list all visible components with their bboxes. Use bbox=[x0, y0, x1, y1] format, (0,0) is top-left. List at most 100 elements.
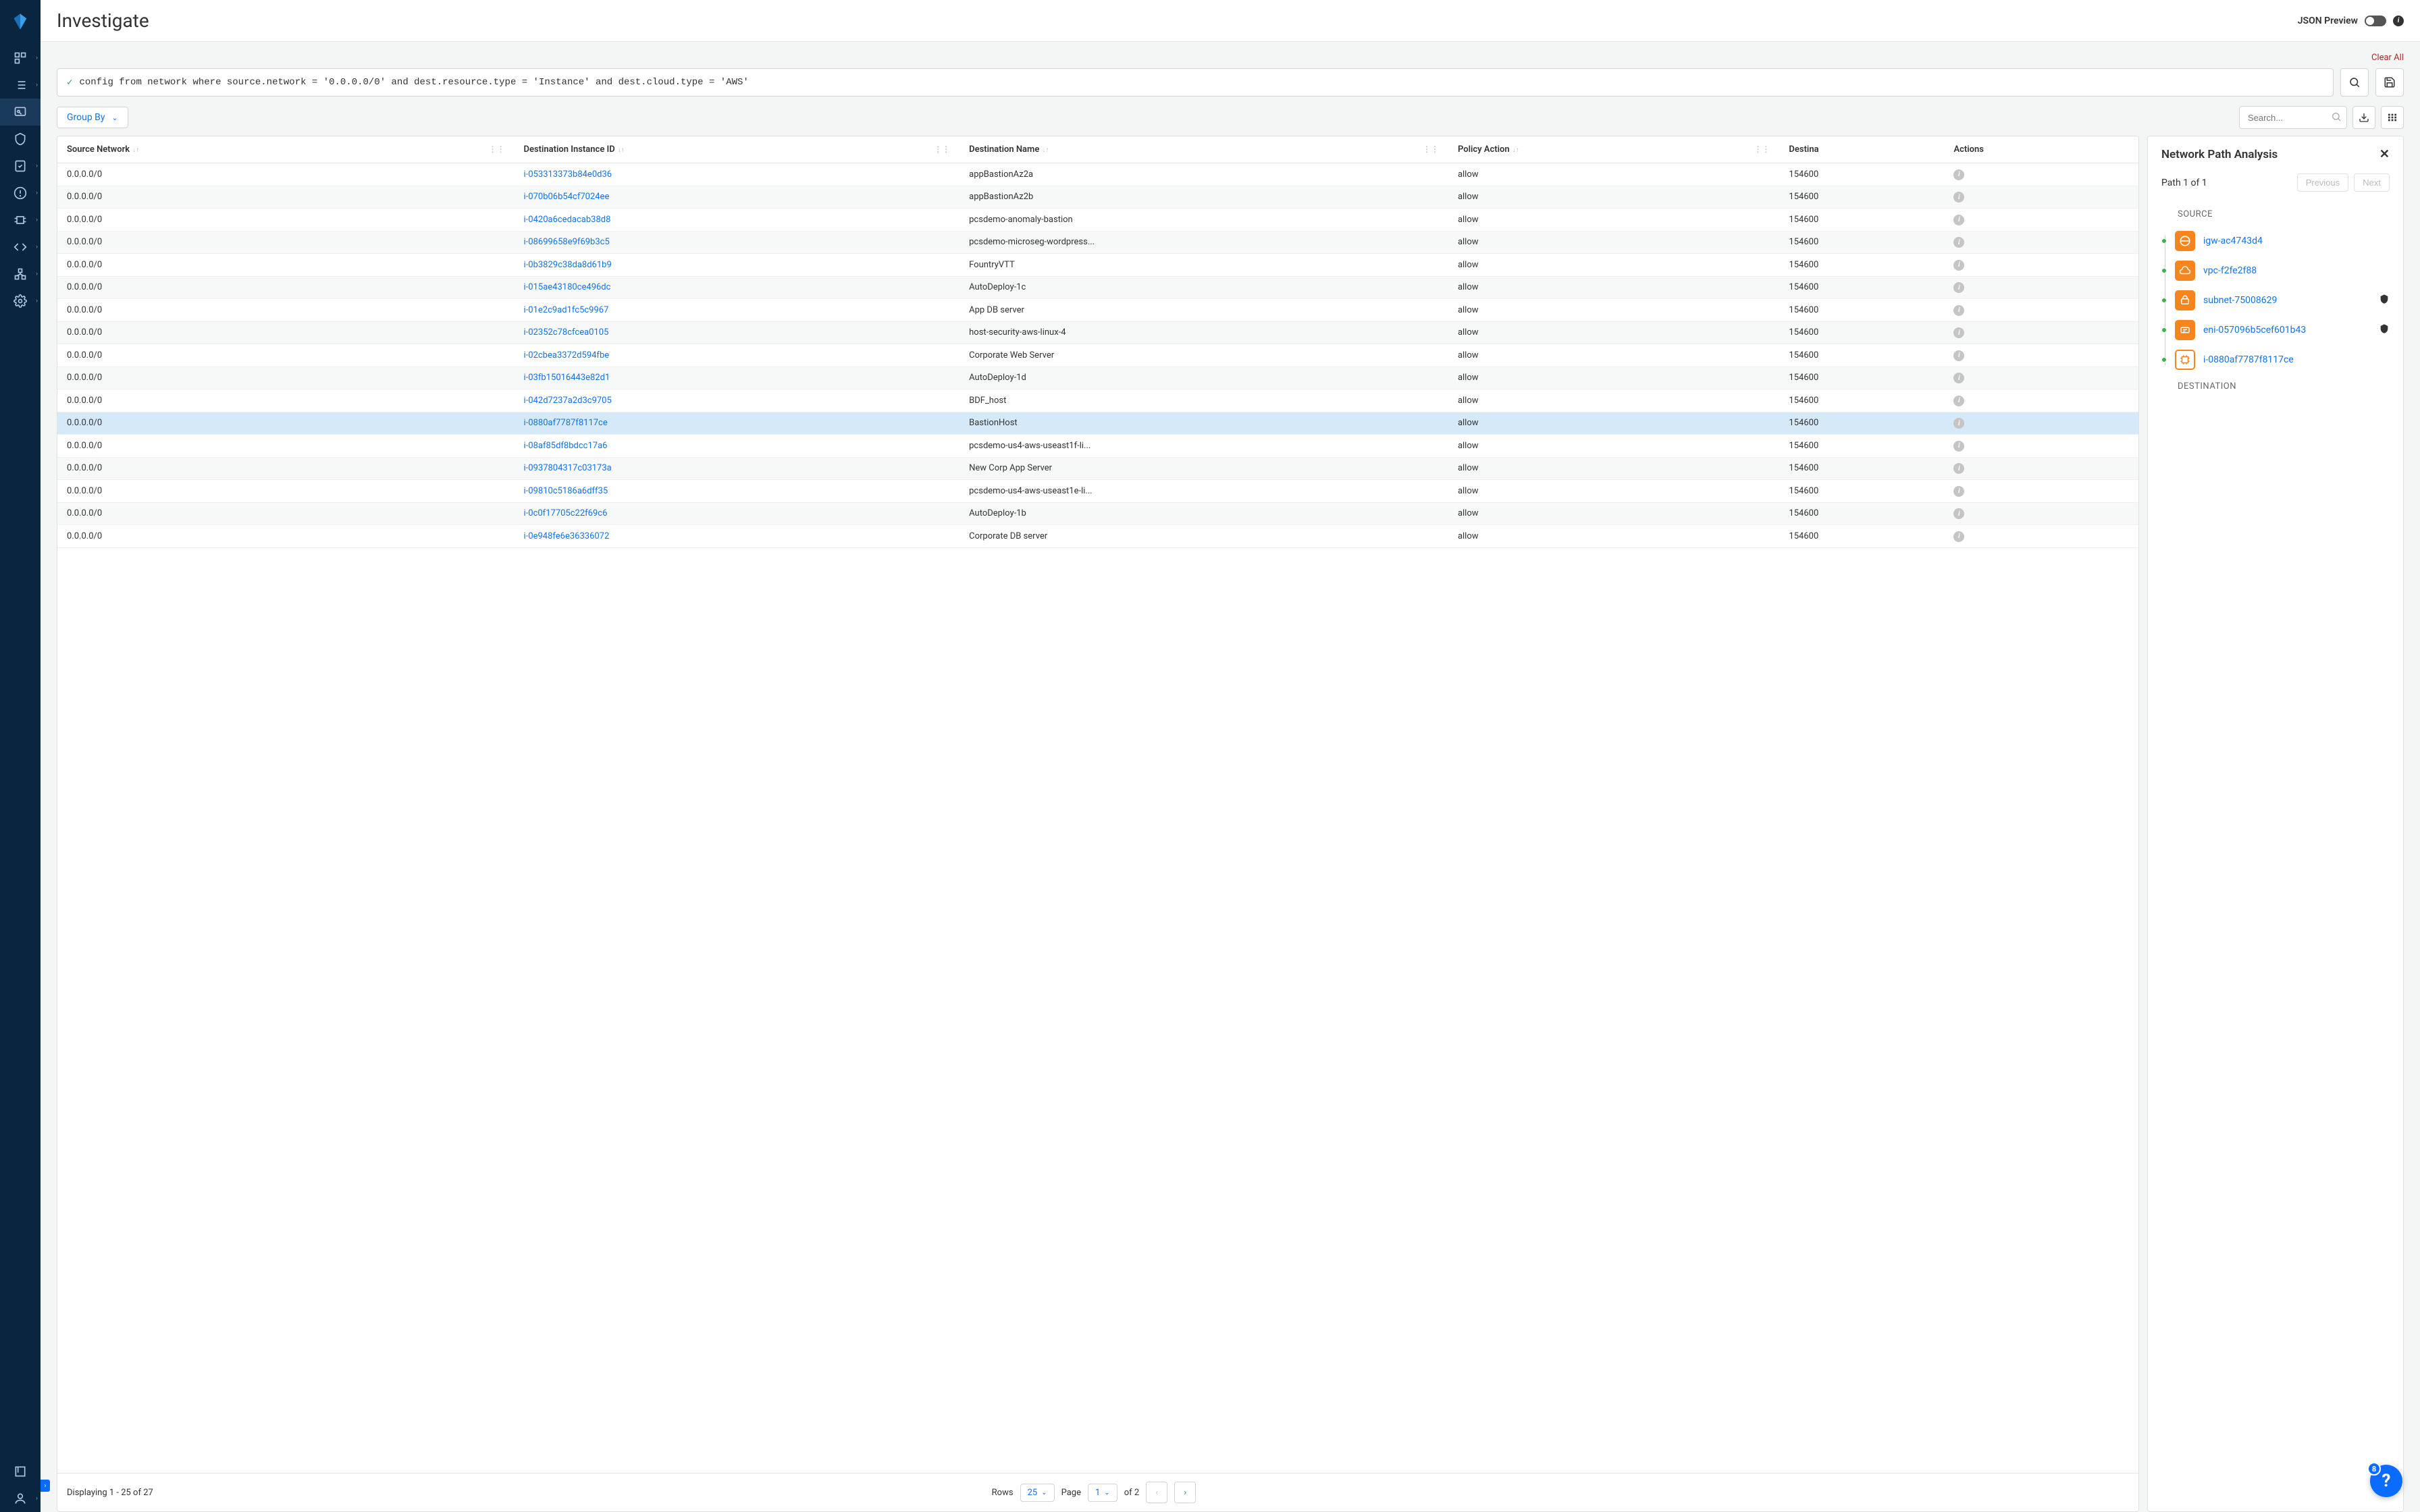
table-row[interactable]: 0.0.0.0/0 i-08699658e9f69b3c5 pcsdemo-mi… bbox=[57, 231, 2138, 254]
instance-id-link[interactable]: i-09810c5186a6dff35 bbox=[524, 486, 608, 496]
nav-profile[interactable]: › bbox=[0, 1485, 41, 1512]
group-by-button[interactable]: Group By ⌄ bbox=[57, 107, 128, 128]
nav-network[interactable]: › bbox=[0, 261, 41, 288]
page-title: Investigate bbox=[57, 9, 149, 32]
row-info-icon[interactable]: i bbox=[1953, 531, 1964, 542]
path-link[interactable]: vpc-f2fe2f88 bbox=[2203, 265, 2390, 276]
save-button[interactable] bbox=[2375, 68, 2404, 97]
nav-settings[interactable]: › bbox=[0, 288, 41, 315]
nav-compliance[interactable]: › bbox=[0, 153, 41, 180]
instance-id-link[interactable]: i-08af85df8bdcc17a6 bbox=[524, 441, 608, 451]
col-source-network[interactable]: Source Network↓↑⋮⋮ bbox=[57, 136, 515, 163]
cell-policy-action: allow bbox=[1448, 254, 1779, 277]
instance-id-link[interactable]: i-03fb15016443e82d1 bbox=[524, 373, 610, 383]
table-row[interactable]: 0.0.0.0/0 i-0b3829c38da8d61b9 FountryVTT… bbox=[57, 254, 2138, 277]
row-info-icon[interactable]: i bbox=[1953, 418, 1964, 429]
columns-button[interactable] bbox=[2381, 106, 2404, 129]
table-row[interactable]: 0.0.0.0/0 i-0e948fe6e36336072 Corporate … bbox=[57, 525, 2138, 548]
table-row[interactable]: 0.0.0.0/0 i-0880af7787f8117ce BastionHos… bbox=[57, 412, 2138, 435]
instance-id-link[interactable]: i-015ae43180ce496dc bbox=[524, 282, 611, 292]
instance-id-link[interactable]: i-0880af7787f8117ce bbox=[524, 418, 608, 428]
table-row[interactable]: 0.0.0.0/0 i-02352c78cfcea0105 host-secur… bbox=[57, 321, 2138, 344]
instance-id-link[interactable]: i-02352c78cfcea0105 bbox=[524, 327, 609, 338]
row-info-icon[interactable]: i bbox=[1953, 350, 1964, 361]
search-button[interactable] bbox=[2340, 68, 2369, 97]
nav-code[interactable]: › bbox=[0, 234, 41, 261]
instance-id-link[interactable]: i-042d7237a2d3c9705 bbox=[524, 396, 612, 406]
cell-dest-name: AutoDeploy-1b bbox=[959, 502, 1448, 525]
instance-id-link[interactable]: i-0e948fe6e36336072 bbox=[524, 531, 610, 541]
row-info-icon[interactable]: i bbox=[1953, 396, 1964, 406]
row-info-icon[interactable]: i bbox=[1953, 327, 1964, 338]
pager-page-select[interactable]: 1 ⌄ bbox=[1088, 1484, 1117, 1502]
table-row[interactable]: 0.0.0.0/0 i-03fb15016443e82d1 AutoDeploy… bbox=[57, 367, 2138, 389]
instance-id-link[interactable]: i-01e2c9ad1fc5c9967 bbox=[524, 305, 609, 315]
help-fab[interactable]: ? 8 bbox=[2370, 1465, 2402, 1497]
table-row[interactable]: 0.0.0.0/0 i-02cbea3372d594fbe Corporate … bbox=[57, 344, 2138, 367]
path-link[interactable]: igw-ac4743d4 bbox=[2203, 236, 2390, 246]
path-dot bbox=[2161, 238, 2167, 244]
instance-id-link[interactable]: i-0420a6cedacab38d8 bbox=[524, 215, 611, 225]
download-button[interactable] bbox=[2352, 106, 2375, 129]
table-row[interactable]: 0.0.0.0/0 i-01e2c9ad1fc5c9967 App DB ser… bbox=[57, 299, 2138, 322]
cell-policy-action: allow bbox=[1448, 457, 1779, 480]
nav-bookmarks[interactable] bbox=[0, 1458, 41, 1485]
nav-inventory[interactable]: › bbox=[0, 72, 41, 99]
row-info-icon[interactable]: i bbox=[1953, 486, 1964, 497]
row-info-icon[interactable]: i bbox=[1953, 192, 1964, 202]
row-info-icon[interactable]: i bbox=[1953, 215, 1964, 225]
instance-id-link[interactable]: i-070b06b54cf7024ee bbox=[524, 192, 610, 202]
table-row[interactable]: 0.0.0.0/0 i-053313373b84e0d36 appBastion… bbox=[57, 163, 2138, 186]
nav-compute[interactable]: › bbox=[0, 207, 41, 234]
instance-id-link[interactable]: i-0b3829c38da8d61b9 bbox=[524, 260, 612, 270]
col-dest-instance-id[interactable]: Destination Instance ID↓↑⋮⋮ bbox=[515, 136, 960, 163]
row-info-icon[interactable]: i bbox=[1953, 508, 1964, 519]
col-dest-name[interactable]: Destination Name↓↑⋮⋮ bbox=[959, 136, 1448, 163]
nav-dashboard[interactable]: › bbox=[0, 45, 41, 72]
row-info-icon[interactable]: i bbox=[1953, 237, 1964, 248]
panel-close-button[interactable]: ✕ bbox=[2379, 147, 2390, 161]
instance-id-link[interactable]: i-0937804317c03173a bbox=[524, 463, 612, 473]
json-preview-toggle[interactable]: − bbox=[2365, 16, 2386, 26]
clear-all-link[interactable]: Clear All bbox=[2371, 53, 2404, 63]
row-info-icon[interactable]: i bbox=[1953, 373, 1964, 383]
col-dest-trunc[interactable]: Destina bbox=[1779, 136, 1944, 163]
sidebar-expand-button[interactable]: › bbox=[41, 1480, 50, 1492]
table-row[interactable]: 0.0.0.0/0 i-08af85df8bdcc17a6 pcsdemo-us… bbox=[57, 435, 2138, 458]
row-info-icon[interactable]: i bbox=[1953, 463, 1964, 474]
row-info-icon[interactable]: i bbox=[1953, 260, 1964, 271]
row-info-icon[interactable]: i bbox=[1953, 282, 1964, 293]
instance-id-link[interactable]: i-053313373b84e0d36 bbox=[524, 169, 612, 180]
app-logo[interactable] bbox=[7, 5, 34, 38]
path-link[interactable]: subnet-75008629 bbox=[2203, 295, 2371, 306]
pager-next-button[interactable]: › bbox=[1174, 1482, 1196, 1503]
query-input[interactable]: ✓ config from network where source.netwo… bbox=[57, 68, 2334, 97]
table-row[interactable]: 0.0.0.0/0 i-015ae43180ce496dc AutoDeploy… bbox=[57, 276, 2138, 299]
nav-policies[interactable] bbox=[0, 126, 41, 153]
table-row[interactable]: 0.0.0.0/0 i-0420a6cedacab38d8 pcsdemo-an… bbox=[57, 209, 2138, 232]
pager-rows-select[interactable]: 25 ⌄ bbox=[1020, 1484, 1055, 1502]
table-row[interactable]: 0.0.0.0/0 i-0937804317c03173a New Corp A… bbox=[57, 457, 2138, 480]
path-link[interactable]: i-0880af7787f8117ce bbox=[2203, 354, 2390, 365]
row-info-icon[interactable]: i bbox=[1953, 169, 1964, 180]
cell-dest-trunc: 154600 bbox=[1779, 367, 1944, 389]
instance-id-link[interactable]: i-0c0f17705c22f69c6 bbox=[524, 508, 608, 518]
panel-prev-button[interactable]: Previous bbox=[2297, 173, 2349, 192]
table-row[interactable]: 0.0.0.0/0 i-09810c5186a6dff35 pcsdemo-us… bbox=[57, 480, 2138, 503]
table-row[interactable]: 0.0.0.0/0 i-070b06b54cf7024ee appBastion… bbox=[57, 186, 2138, 209]
info-icon[interactable]: i bbox=[2393, 16, 2404, 26]
instance-id-link[interactable]: i-02cbea3372d594fbe bbox=[524, 350, 610, 360]
table-row[interactable]: 0.0.0.0/0 i-042d7237a2d3c9705 BDF_host a… bbox=[57, 389, 2138, 412]
path-link[interactable]: eni-057096b5cef601b43 bbox=[2203, 325, 2371, 335]
pager-prev-button[interactable]: ‹ bbox=[1146, 1482, 1167, 1503]
path-dot bbox=[2161, 327, 2167, 333]
row-info-icon[interactable]: i bbox=[1953, 441, 1964, 452]
table-row[interactable]: 0.0.0.0/0 i-0c0f17705c22f69c6 AutoDeploy… bbox=[57, 502, 2138, 525]
panel-next-button[interactable]: Next bbox=[2354, 173, 2390, 192]
row-info-icon[interactable]: i bbox=[1953, 305, 1964, 316]
instance-id-link[interactable]: i-08699658e9f69b3c5 bbox=[524, 237, 610, 247]
path-item: eni-057096b5cef601b43 bbox=[2161, 315, 2390, 345]
nav-investigate[interactable] bbox=[0, 99, 41, 126]
col-policy-action[interactable]: Policy Action↓↑⋮⋮ bbox=[1448, 136, 1779, 163]
nav-alerts[interactable]: › bbox=[0, 180, 41, 207]
